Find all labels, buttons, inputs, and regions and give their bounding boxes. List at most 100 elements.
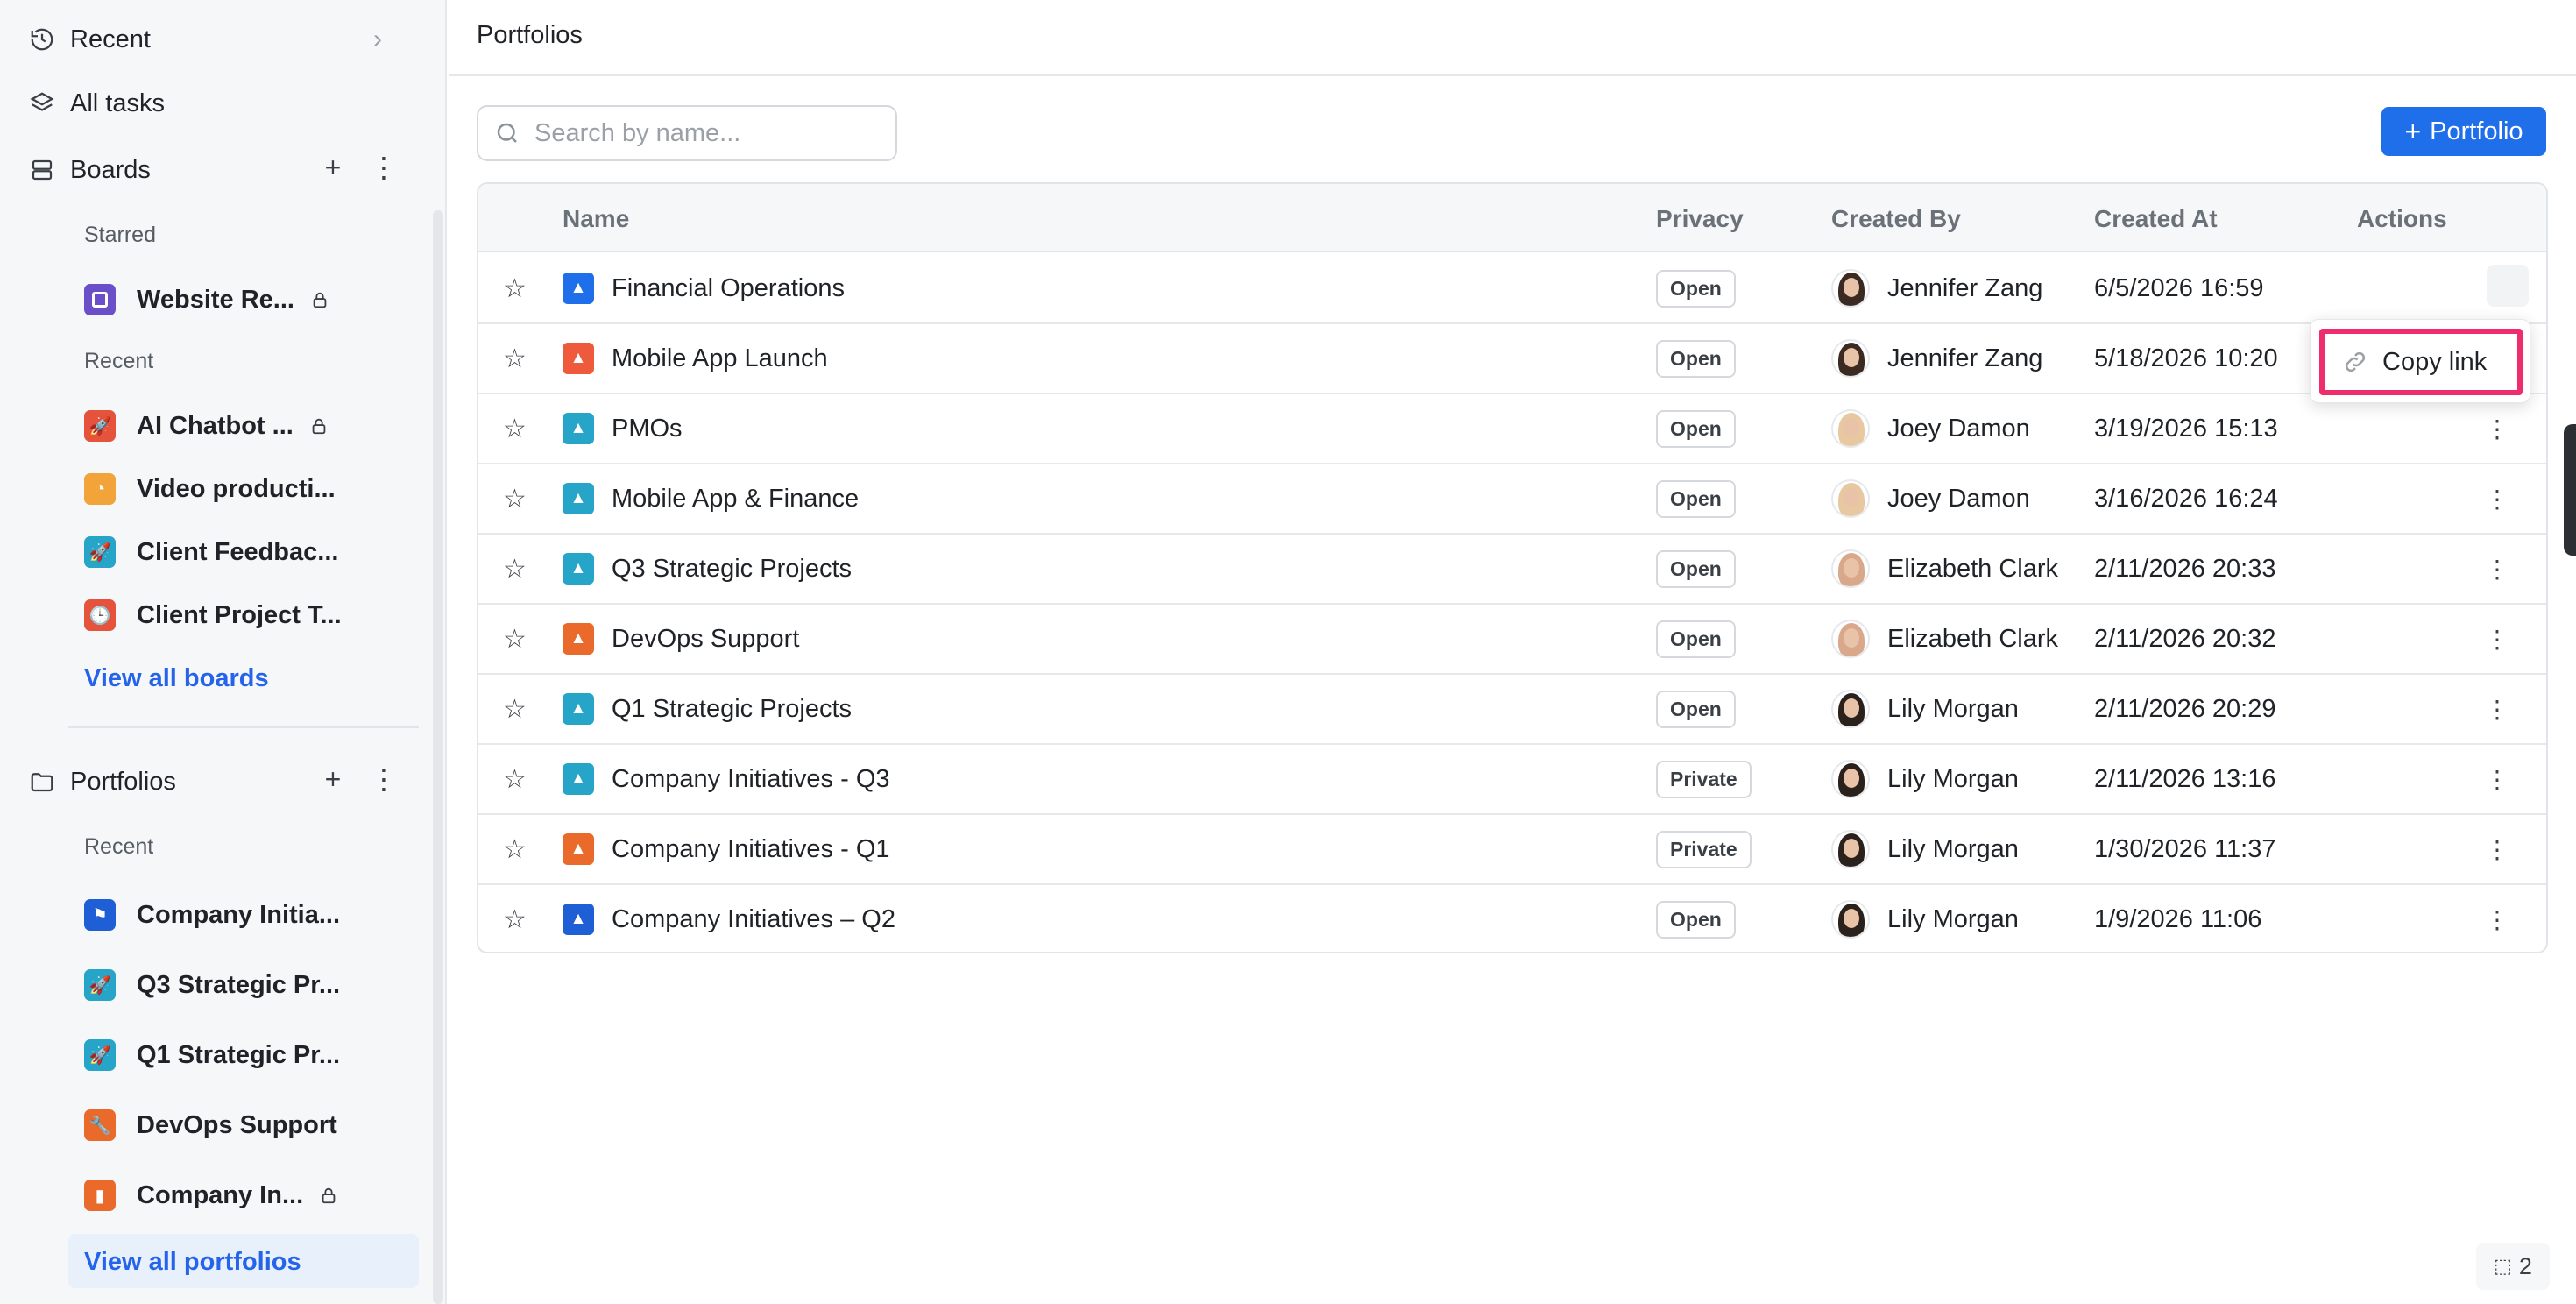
star-icon[interactable]: ☆ (503, 324, 531, 393)
privacy-badge: Open (1656, 549, 1736, 588)
more-actions-icon[interactable]: ⋮ (2485, 464, 2509, 533)
creator-cell: Lily Morgan (1831, 675, 2019, 743)
sidebar-board-label: Video producti... (137, 474, 336, 503)
table-row[interactable]: ☆ ▲ Company Initiatives – Q2 Open Lily Morga… (478, 885, 2546, 952)
portfolio-name-link[interactable]: Q3 Strategic Projects (612, 535, 852, 603)
created-at: 6/5/2026 16:59 (2094, 273, 2264, 302)
star-icon[interactable]: ☆ (503, 745, 531, 813)
sidebar-board-label: Client Project T... (137, 600, 342, 629)
sidebar-portfolio-company-initiatives[interactable]: ⚑ Company Initia... (84, 892, 340, 938)
sidebar-board-client-feedback[interactable]: 🚀 Client Feedbac... (84, 529, 338, 575)
lock-icon (319, 1184, 338, 1207)
portfolio-name-link[interactable]: Mobile App & Finance (612, 464, 859, 533)
sidebar-portfolio-q1[interactable]: 🚀 Q1 Strategic Pr... (84, 1032, 340, 1078)
table-header: Name Privacy Created By Created At Actio… (478, 184, 2546, 252)
creator-cell: Jennifer Zang (1831, 254, 2042, 322)
table-row[interactable]: ☆ ▲ Company Initiatives - Q3 Private Lily Mo… (478, 745, 2546, 815)
privacy-badge: Open (1656, 690, 1736, 728)
active-row-actions-highlight (2487, 265, 2529, 307)
copy-link-menu-item[interactable]: Copy link (2319, 329, 2523, 395)
sidebar-portfolio-label: Q1 Strategic Pr... (137, 1040, 341, 1069)
more-actions-icon[interactable]: ⋮ (2485, 605, 2509, 673)
privacy-cell: Open (1656, 464, 1736, 533)
column-header-privacy[interactable]: Privacy (1656, 205, 1744, 233)
more-actions-icon[interactable]: ⋮ (2485, 675, 2509, 743)
nav-all-tasks[interactable]: All tasks (28, 79, 165, 128)
nav-recent[interactable]: Recent (28, 15, 151, 64)
star-icon[interactable]: ☆ (503, 394, 531, 463)
portfolios-section-header[interactable]: Portfolios (28, 757, 176, 806)
column-header-created-by[interactable]: Created By (1831, 205, 1961, 233)
sidebar: Recent › All tasks Boards + ⋮ Starred We… (0, 0, 447, 1304)
portfolios-more-icon[interactable]: ⋮ (370, 762, 398, 796)
more-actions-icon[interactable]: ⋮ (2485, 745, 2509, 813)
sidebar-board-client-project[interactable]: 🕒 Client Project T... (84, 592, 342, 638)
sidebar-portfolio-devops[interactable]: 🔧 DevOps Support (84, 1102, 337, 1148)
more-actions-icon[interactable]: ⋮ (2485, 885, 2509, 952)
portfolio-tile: ▲ (563, 745, 594, 813)
sidebar-board-ai-chatbot[interactable]: 🚀 AI Chatbot ... (84, 403, 329, 449)
star-icon[interactable]: ☆ (503, 605, 531, 673)
boards-more-icon[interactable]: ⋮ (370, 151, 398, 184)
table-row[interactable]: ☆ ▲ PMOs Open Joey Damon 3/19/2026 15:13 ⋮ (478, 394, 2546, 464)
table-row[interactable]: ☆ ▲ Mobile App Launch Open Jennifer Zang 5/18… (478, 324, 2546, 394)
portfolio-name-link[interactable]: Q1 Strategic Projects (612, 675, 852, 743)
boards-recent-heading: Recent (84, 349, 154, 373)
add-portfolio-icon[interactable]: + (321, 763, 345, 796)
privacy-cell: Open (1656, 885, 1736, 952)
sidebar-board-video-production[interactable]: ◔ Video producti... (84, 466, 336, 512)
view-all-boards-link[interactable]: View all boards (84, 664, 269, 693)
chevron-right-icon[interactable]: › (373, 25, 382, 54)
search-input[interactable] (534, 118, 885, 148)
star-icon[interactable]: ☆ (503, 535, 531, 603)
side-drawer-handle[interactable] (2564, 424, 2576, 556)
star-icon[interactable]: ☆ (503, 254, 531, 322)
lock-icon (309, 415, 329, 437)
creator-name: Elizabeth Clark (1887, 624, 2059, 653)
table-row[interactable]: ☆ ▲ Company Initiatives - Q1 Private Lily Mo… (478, 815, 2546, 885)
table-row[interactable]: ☆ ▲ DevOps Support Open Elizabeth Clark 2/11/… (478, 605, 2546, 675)
sidebar-portfolio-company-in[interactable]: ▮ Company In... (84, 1173, 338, 1218)
star-icon[interactable]: ☆ (503, 675, 531, 743)
nav-recent-label: Recent (70, 25, 151, 53)
rocket-icon: 🚀 (84, 969, 116, 1001)
search-box[interactable] (477, 105, 897, 161)
portfolio-name-link[interactable]: Company Initiatives - Q1 (612, 815, 890, 883)
boards-section-header[interactable]: Boards (28, 145, 151, 195)
column-header-name[interactable]: Name (563, 205, 629, 233)
table-row[interactable]: ☆ ▲ Mobile App & Finance Open Joey Damon 3/16… (478, 464, 2546, 535)
more-actions-icon[interactable]: ⋮ (2485, 394, 2509, 463)
sidebar-portfolio-q3[interactable]: 🚀 Q3 Strategic Pr... (84, 962, 340, 1008)
avatar (1831, 760, 1870, 798)
pie-chart-icon: ◔ (84, 473, 116, 505)
sidebar-scrollbar[interactable] (433, 210, 443, 1304)
portfolio-icon: ▲ (563, 693, 594, 725)
portfolio-name-link[interactable]: DevOps Support (612, 605, 799, 673)
portfolio-name-link[interactable]: Mobile App Launch (612, 324, 828, 393)
add-portfolio-button[interactable]: + Portfolio (2381, 107, 2546, 156)
more-actions-icon[interactable]: ⋮ (2485, 535, 2509, 603)
portfolio-name-link[interactable]: Financial Operations (612, 254, 845, 322)
table-row[interactable]: ☆ ▲ Q3 Strategic Projects Open Elizabeth Cla… (478, 535, 2546, 605)
star-icon[interactable]: ☆ (503, 464, 531, 533)
table-row[interactable]: ☆ ▲ Financial Operations Open Jennifer Zang 6… (478, 254, 2546, 324)
table-row[interactable]: ☆ ▲ Q1 Strategic Projects Open Lily Morgan 2/… (478, 675, 2546, 745)
portfolio-tile: ▲ (563, 535, 594, 603)
created-at: 2/11/2026 20:33 (2094, 554, 2276, 583)
portfolio-name-link[interactable]: Company Initiatives – Q2 (612, 885, 895, 952)
avatar (1831, 409, 1870, 448)
row-actions-menu: Copy link (2310, 319, 2530, 403)
add-board-icon[interactable]: + (321, 152, 345, 184)
more-actions-icon[interactable]: ⋮ (2485, 815, 2509, 883)
column-header-created-at[interactable]: Created At (2094, 205, 2218, 233)
view-all-portfolios-link[interactable]: View all portfolios (84, 1248, 301, 1277)
star-icon[interactable]: ☆ (503, 815, 531, 883)
sidebar-board-website[interactable]: Website Re... (84, 277, 329, 322)
notebook-icon: ▮ (84, 1180, 116, 1211)
star-icon[interactable]: ☆ (503, 885, 531, 952)
creator-cell: Elizabeth Clark (1831, 605, 2058, 673)
portfolio-name-link[interactable]: Company Initiatives - Q3 (612, 745, 890, 813)
floating-selection-counter[interactable]: ⬚ 2 (2476, 1243, 2550, 1290)
portfolio-name-link[interactable]: PMOs (612, 394, 683, 463)
privacy-cell: Open (1656, 394, 1736, 463)
